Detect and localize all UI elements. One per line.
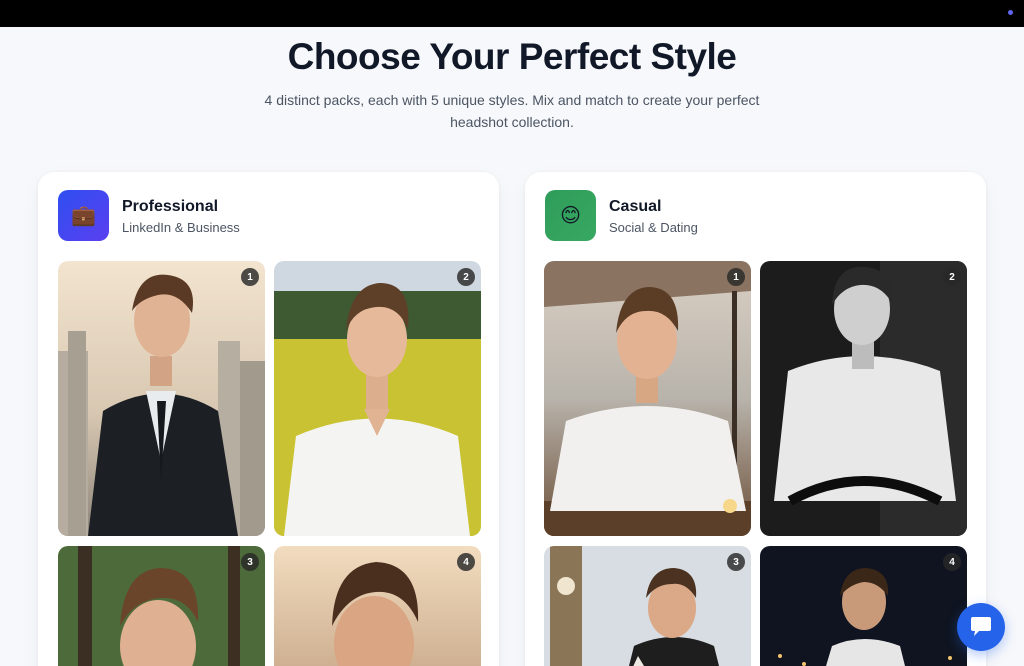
chat-icon (971, 617, 991, 636)
style-number-badge: 2 (457, 268, 475, 286)
smiley-icon: 😊 (545, 190, 596, 241)
style-number-badge: 4 (943, 553, 961, 571)
top-bar (0, 0, 1024, 27)
pack-title: Professional (122, 198, 219, 215)
briefcase-icon: 💼 (58, 190, 109, 241)
style-photo-cafe[interactable]: 1 (544, 261, 751, 536)
style-number-badge: 1 (727, 268, 745, 286)
style-photo-big-ben[interactable]: 3 (544, 546, 751, 666)
style-photo-field[interactable]: 2 (274, 261, 481, 536)
status-dot (1008, 10, 1013, 15)
pack-card-professional[interactable]: 💼 Professional LinkedIn & Business 1 2 3… (38, 172, 499, 666)
page-subtitle: 4 distinct packs, each with 5 unique sty… (264, 92, 760, 130)
style-number-badge: 2 (943, 268, 961, 286)
pack-title: Casual (609, 198, 662, 215)
style-number-badge: 4 (457, 553, 475, 571)
style-photo-sunset[interactable]: 4 (274, 546, 481, 666)
style-number-badge: 3 (241, 553, 259, 571)
pack-description: Social & Dating (609, 220, 698, 235)
style-photo-city-suit[interactable]: 1 (58, 261, 265, 536)
style-photo-forest[interactable]: 3 (58, 546, 265, 666)
style-photo-bw-chair[interactable]: 2 (760, 261, 967, 536)
pack-description: LinkedIn & Business (122, 220, 240, 235)
style-number-badge: 1 (241, 268, 259, 286)
style-number-badge: 3 (727, 553, 745, 571)
style-photo-night-city[interactable]: 4 (760, 546, 967, 666)
pack-card-casual[interactable]: 😊 Casual Social & Dating 1 2 3 4 (525, 172, 986, 666)
page-title: Choose Your Perfect Style (287, 36, 737, 77)
chat-button[interactable] (957, 603, 1005, 651)
